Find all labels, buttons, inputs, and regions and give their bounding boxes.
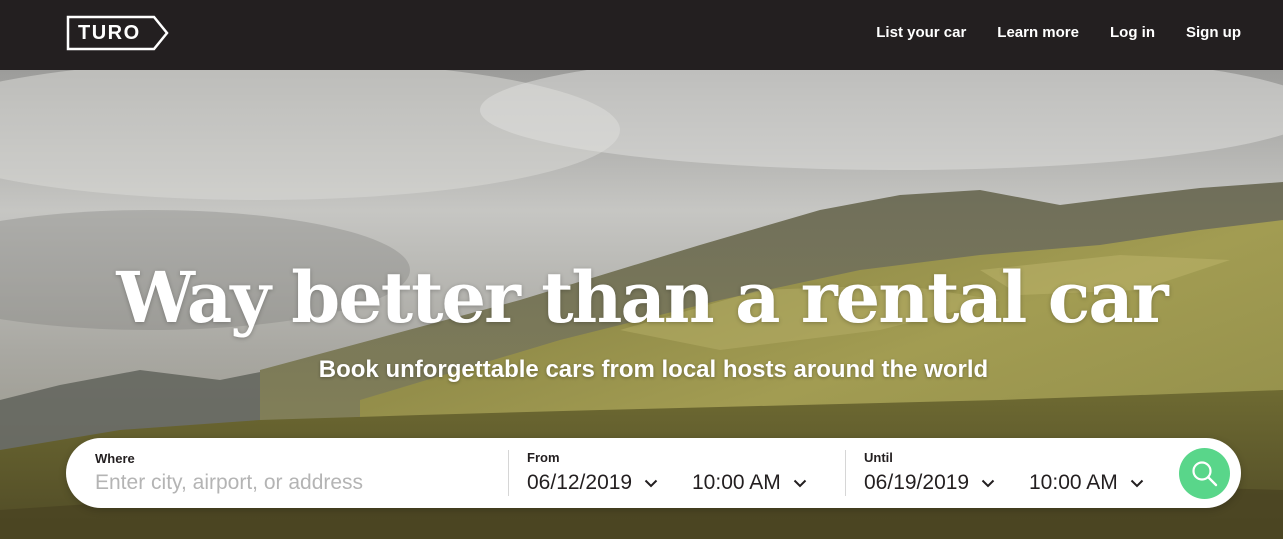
until-date-select[interactable]: 06/19/2019 [864,469,995,497]
search-icon [1192,461,1218,487]
until-date-value: 06/19/2019 [864,471,970,494]
chevron-down-icon [793,479,806,487]
from-label: From [527,450,560,465]
top-navigation-bar: TURO List your car Learn more Log in Sig… [0,0,1283,70]
until-time-value: 10:00 AM [1029,471,1118,494]
field-divider [508,450,509,496]
logo-text: TURO [78,22,141,44]
chevron-down-icon [981,479,995,487]
until-time-select[interactable]: 10:00 AM [1029,469,1144,497]
hero-section: Way better than a rental car Book unforg… [0,70,1283,539]
hero-headline: Way better than a rental car [116,256,1168,339]
field-divider [845,450,846,496]
where-label: Where [95,451,135,466]
search-bar: Where From 06/12/2019 10:00 AM Until 06/… [66,438,1241,508]
nav-link-log-in[interactable]: Log in [1110,22,1155,44]
hero-subheadline: Book unforgettable cars from local hosts… [318,356,989,383]
header-nav: List your car Learn more Log in Sign up [845,22,1241,44]
nav-link-sign-up[interactable]: Sign up [1186,22,1241,44]
chevron-down-icon [644,479,658,487]
from-date-value: 06/12/2019 [527,471,633,494]
where-input[interactable] [95,470,495,496]
turo-logo[interactable]: TURO [66,15,170,51]
from-time-select[interactable]: 10:00 AM [692,469,807,497]
nav-link-list-your-car[interactable]: List your car [876,22,966,44]
from-date-select[interactable]: 06/12/2019 [527,469,658,497]
nav-link-learn-more[interactable]: Learn more [997,22,1079,44]
from-time-value: 10:00 AM [692,471,781,494]
search-button[interactable] [1179,448,1230,499]
chevron-down-icon [1130,479,1143,487]
until-label: Until [864,450,893,465]
